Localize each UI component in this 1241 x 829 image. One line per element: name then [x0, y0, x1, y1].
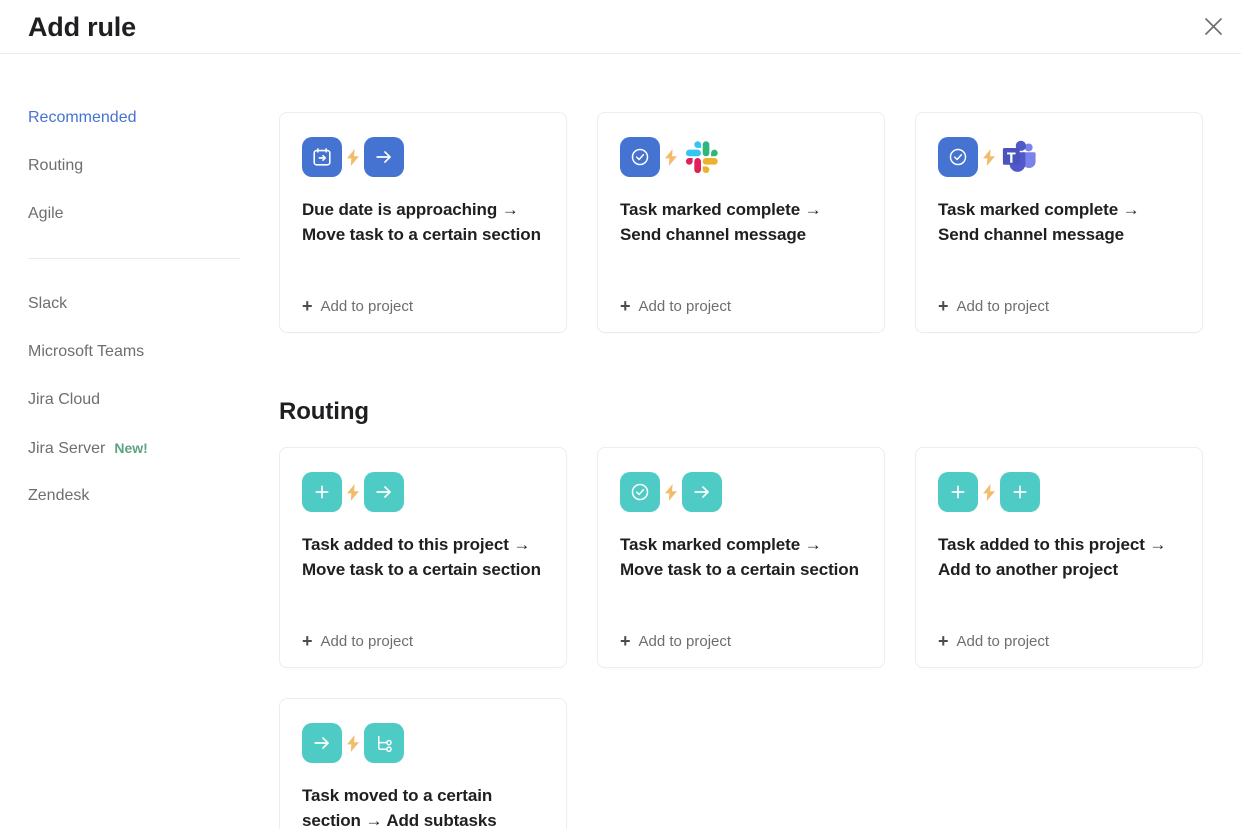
- plus-icon: +: [302, 296, 313, 316]
- rule-card-footer: + Add to project: [302, 615, 544, 667]
- sidebar-divider: [28, 258, 240, 259]
- add-to-project-label: Add to project: [638, 297, 732, 315]
- add-to-project-button[interactable]: + Add to project: [938, 297, 1049, 315]
- close-button[interactable]: [1193, 6, 1233, 46]
- sidebar-item-microsoft-teams[interactable]: Microsoft Teams: [0, 328, 279, 376]
- sidebar-item-label: Microsoft Teams: [28, 343, 145, 360]
- card-grid-recommended: Due date is approaching → Move task to a…: [279, 112, 1203, 333]
- rule-icon-row: [302, 137, 544, 177]
- add-to-project-button[interactable]: + Add to project: [620, 297, 731, 315]
- rule-card[interactable]: Task added to this project → Move task t…: [279, 447, 567, 668]
- lightning-bolt-icon: [342, 148, 364, 166]
- sidebar-item-label: Jira Cloud: [28, 391, 101, 408]
- rule-card-footer: + Add to project: [620, 615, 862, 667]
- plus-icon: +: [620, 631, 631, 651]
- add-to-project-button[interactable]: + Add to project: [302, 297, 413, 315]
- check-circle-icon: [620, 472, 660, 512]
- check-circle-icon: [938, 137, 978, 177]
- rule-card[interactable]: Task marked complete → Move task to a ce…: [597, 447, 885, 668]
- rule-card[interactable]: Task marked complete → Send channel mess…: [915, 112, 1203, 333]
- sidebar: Recommended Routing Agile Slack Microsof…: [0, 54, 279, 829]
- sidebar-item-label: Jira Server: [28, 440, 106, 457]
- lightning-bolt-icon: [660, 483, 682, 501]
- add-to-project-label: Add to project: [320, 297, 414, 315]
- slack-logo-icon: [682, 137, 722, 177]
- sidebar-item-label: Zendesk: [28, 487, 90, 504]
- add-to-project-label: Add to project: [638, 632, 732, 650]
- rule-card-title: Task marked complete → Move task to a ce…: [620, 535, 859, 579]
- rule-card-footer: + Add to project: [938, 280, 1180, 332]
- calendar-arrow-icon: [302, 137, 342, 177]
- section-title-routing: Routing: [279, 398, 369, 425]
- sidebar-item-label: Agile: [28, 205, 64, 222]
- rule-icon-row: [302, 472, 544, 512]
- rules-content: Due date is approaching → Move task to a…: [279, 54, 1241, 829]
- plus-icon: [1000, 472, 1040, 512]
- plus-icon: [302, 472, 342, 512]
- plus-icon: [938, 472, 978, 512]
- arrow-right-icon: [302, 723, 342, 763]
- subtasks-icon: [364, 723, 404, 763]
- modal-body: Recommended Routing Agile Slack Microsof…: [0, 54, 1241, 829]
- rule-card-title: Task marked complete → Send channel mess…: [620, 200, 822, 244]
- rule-icon-row: [938, 137, 1180, 177]
- lightning-bolt-icon: [978, 483, 1000, 501]
- rule-icon-row: [302, 723, 544, 763]
- sidebar-item-recommended[interactable]: Recommended: [0, 94, 279, 142]
- sidebar-item-jira-server[interactable]: Jira Server New!: [0, 424, 279, 472]
- rule-card-title: Task added to this project → Add to anot…: [938, 535, 1167, 579]
- rule-icon-row: [620, 137, 862, 177]
- sidebar-item-agile[interactable]: Agile: [0, 190, 279, 238]
- plus-icon: +: [620, 296, 631, 316]
- add-to-project-label: Add to project: [320, 632, 414, 650]
- rule-icon-row: [620, 472, 862, 512]
- arrow-right-icon: [364, 137, 404, 177]
- sidebar-item-label: Routing: [28, 157, 84, 174]
- rule-card[interactable]: Task added to this project → Add to anot…: [915, 447, 1203, 668]
- sidebar-item-label: Slack: [28, 295, 68, 312]
- lightning-bolt-icon: [660, 148, 682, 166]
- rule-card-title: Due date is approaching → Move task to a…: [302, 200, 541, 244]
- card-grid-routing: Task added to this project → Move task t…: [279, 447, 1241, 829]
- plus-icon: +: [938, 631, 949, 651]
- sidebar-item-zendesk[interactable]: Zendesk: [0, 472, 279, 520]
- rule-card[interactable]: Due date is approaching → Move task to a…: [279, 112, 567, 333]
- rule-card[interactable]: Task moved to a certain section → Add su…: [279, 698, 567, 829]
- section-recommended: Due date is approaching → Move task to a…: [279, 112, 1203, 333]
- check-circle-icon: [620, 137, 660, 177]
- section-routing: Task added to this project → Move task t…: [279, 447, 1241, 829]
- add-to-project-label: Add to project: [956, 297, 1050, 315]
- lightning-bolt-icon: [342, 734, 364, 752]
- add-to-project-label: Add to project: [956, 632, 1050, 650]
- lightning-bolt-icon: [342, 483, 364, 501]
- page-title: Add rule: [28, 12, 136, 42]
- rule-card-title: Task marked complete → Send channel mess…: [938, 200, 1140, 244]
- sidebar-item-routing[interactable]: Routing: [0, 142, 279, 190]
- rule-card[interactable]: Task marked complete → Send channel mess…: [597, 112, 885, 333]
- arrow-right-icon: [364, 472, 404, 512]
- microsoft-teams-logo-icon: [1000, 137, 1040, 177]
- sidebar-item-slack[interactable]: Slack: [0, 280, 279, 328]
- rule-card-title: Task added to this project → Move task t…: [302, 535, 541, 579]
- rule-card-title: Task moved to a certain section → Add su…: [302, 786, 497, 829]
- rule-card-footer: + Add to project: [620, 280, 862, 332]
- sidebar-item-jira-cloud[interactable]: Jira Cloud: [0, 376, 279, 424]
- plus-icon: +: [302, 631, 313, 651]
- arrow-right-icon: [682, 472, 722, 512]
- rule-card-footer: + Add to project: [938, 615, 1180, 667]
- close-icon: [1204, 17, 1223, 36]
- plus-icon: +: [938, 296, 949, 316]
- lightning-bolt-icon: [978, 148, 1000, 166]
- add-to-project-button[interactable]: + Add to project: [620, 632, 731, 650]
- sidebar-item-label: Recommended: [28, 109, 137, 126]
- add-to-project-button[interactable]: + Add to project: [938, 632, 1049, 650]
- rule-card-footer: + Add to project: [302, 280, 544, 332]
- status-badge-new: New!: [114, 440, 148, 456]
- rule-icon-row: [938, 472, 1180, 512]
- modal-header: Add rule: [0, 0, 1241, 54]
- add-to-project-button[interactable]: + Add to project: [302, 632, 413, 650]
